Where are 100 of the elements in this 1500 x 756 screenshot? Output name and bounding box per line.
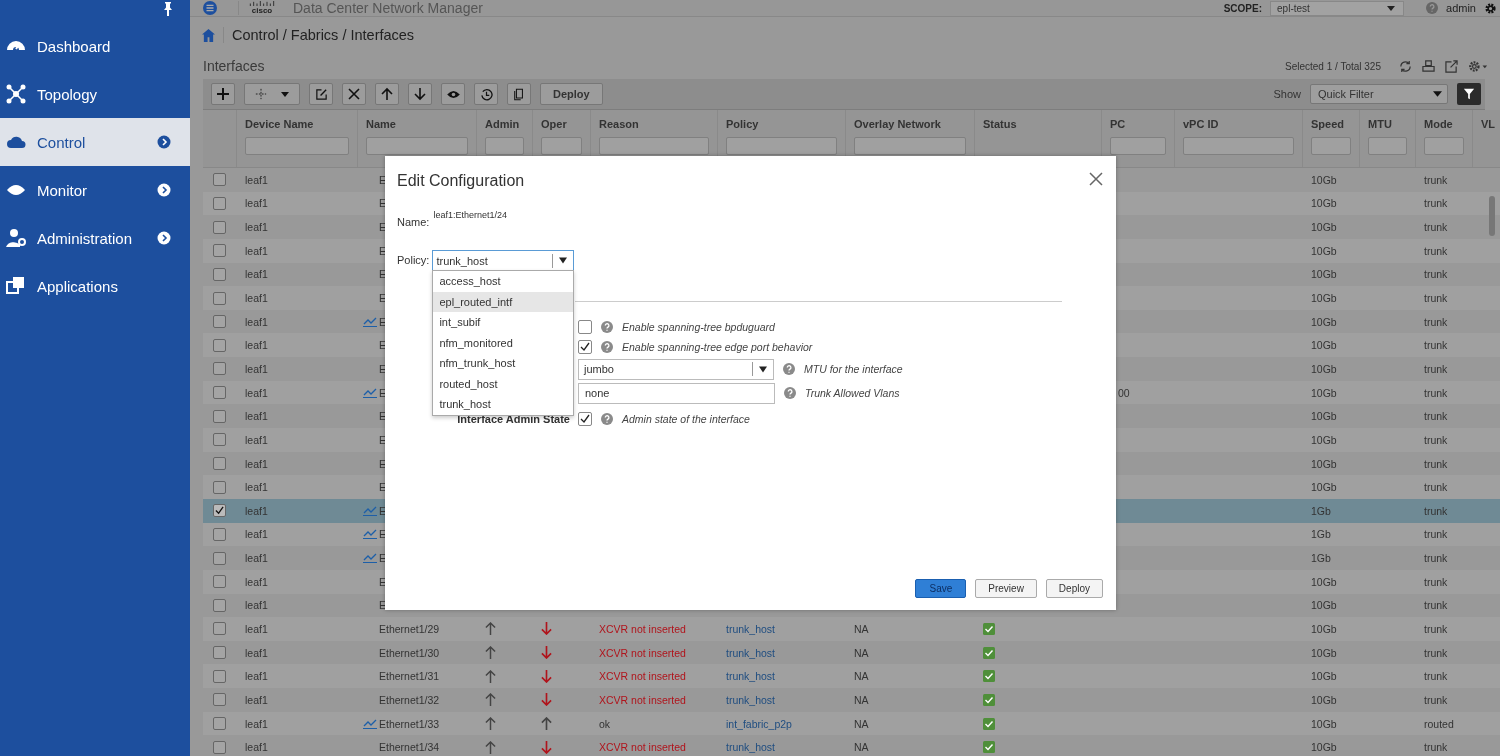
table-row[interactable]: leaf1 Ethernet1/33 ok int_fabric_p2p NA 10Gb routed [203,711,1500,736]
delete-button[interactable] [342,83,366,105]
move-up-button[interactable] [375,83,399,105]
row-checkbox[interactable] [213,315,226,329]
nav-item[interactable]: Control [0,118,190,166]
column-header[interactable]: Overlay Network [854,118,966,130]
checkbox[interactable] [578,340,592,354]
column-filter-field[interactable] [1368,137,1407,155]
policy-option[interactable]: access_host [433,271,574,292]
help-icon[interactable] [601,341,613,353]
quick-filter-dropdown[interactable]: Quick Filter [1310,84,1448,104]
menu-icon[interactable] [202,1,218,15]
row-checkbox[interactable] [213,527,226,541]
nav-item[interactable]: Administration [0,214,190,262]
column-filter-field[interactable] [1110,137,1166,155]
nav-item[interactable]: Applications [0,262,190,310]
help-icon[interactable] [1426,2,1439,14]
settings-icon[interactable] [1468,59,1488,73]
scrollbar-thumb[interactable] [1489,196,1495,236]
chart-icon[interactable] [363,316,377,327]
row-checkbox[interactable] [213,196,226,210]
column-filter-field[interactable] [1311,137,1351,155]
policy-link[interactable]: int_fabric_p2p [726,717,792,730]
policy-link[interactable]: trunk_host [726,670,776,683]
scope-dropdown[interactable]: epl-test [1270,0,1405,16]
add-button[interactable] [211,83,235,105]
home-icon[interactable] [202,28,215,42]
policy-link[interactable]: trunk_host [726,693,776,706]
help-icon[interactable] [601,321,613,333]
row-checkbox[interactable] [213,433,226,447]
row-checkbox[interactable] [213,480,226,494]
nav-item[interactable]: Monitor [0,166,190,214]
column-header[interactable]: PC [1110,118,1166,130]
row-checkbox[interactable] [213,457,226,470]
chart-icon[interactable] [363,553,377,564]
table-row[interactable]: leaf1 Ethernet1/31 XCVR not inserted trunk_host NA 10Gb trunk [203,664,1500,689]
move-dropdown-button[interactable] [244,83,300,105]
column-filter-field[interactable] [485,137,524,155]
user-name[interactable]: admin [1446,2,1476,14]
policy-option[interactable]: epl_routed_intf [433,291,574,312]
nav-item[interactable]: Topology [0,70,190,118]
row-checkbox[interactable] [213,598,226,612]
print-icon[interactable] [1422,59,1435,73]
column-header[interactable]: Admin [485,118,524,130]
chart-icon[interactable] [363,529,377,540]
refresh-icon[interactable] [1399,59,1412,73]
row-checkbox[interactable] [213,646,226,660]
column-header[interactable]: Policy [726,118,837,130]
policy-link[interactable]: trunk_host [726,623,776,635]
row-checkbox[interactable] [213,220,226,234]
row-checkbox[interactable] [213,409,226,423]
row-checkbox[interactable] [213,267,226,281]
dialog-button[interactable]: Save [915,579,967,598]
policy-link[interactable]: trunk_host [726,741,776,754]
nav-item[interactable]: Dashboard [0,22,190,70]
column-header[interactable]: Name [366,118,468,130]
help-icon[interactable] [783,363,795,375]
column-header[interactable]: MTU [1368,118,1407,130]
pin-icon[interactable] [162,2,174,16]
row-checkbox[interactable] [213,693,226,707]
column-header[interactable]: Speed [1311,118,1351,130]
checkbox[interactable] [578,320,592,334]
policy-option[interactable]: nfm_monitored [433,332,574,353]
policy-link[interactable]: trunk_host [726,646,776,659]
column-filter-field[interactable] [854,137,966,155]
vlans-input-field[interactable]: none [578,382,775,404]
column-filter-field[interactable] [366,137,468,155]
preview-button[interactable] [441,83,465,105]
help-icon[interactable] [784,387,796,399]
row-checkbox[interactable] [213,173,226,187]
column-header[interactable]: Reason [599,118,709,130]
checkbox[interactable] [578,412,592,426]
column-filter-field[interactable] [541,137,582,155]
dialog-button[interactable]: Deploy [1045,579,1103,598]
chart-icon[interactable] [363,505,377,516]
filter-button[interactable] [1457,83,1481,105]
column-filter-field[interactable] [726,137,837,155]
row-checkbox[interactable] [213,244,226,258]
row-checkbox[interactable] [213,504,226,518]
policy-option[interactable]: routed_host [433,373,574,394]
move-down-button[interactable] [408,83,432,105]
help-icon[interactable] [601,413,613,425]
row-checkbox[interactable] [213,338,226,352]
policy-option[interactable]: trunk_host [433,394,574,415]
column-filter-field[interactable] [1424,137,1464,155]
copy-button[interactable] [507,83,531,105]
table-row[interactable]: leaf1 Ethernet1/29 XCVR not inserted trunk_host NA 10Gb trunk [203,617,1500,641]
dialog-button[interactable]: Preview [975,579,1037,598]
row-checkbox[interactable] [213,386,226,400]
column-header[interactable]: Status [983,118,1093,130]
chart-icon[interactable] [363,718,377,729]
mtu-dropdown[interactable]: jumbo [578,358,774,380]
column-filter-field[interactable] [245,137,349,155]
edit-button[interactable] [309,83,333,105]
row-checkbox[interactable] [213,551,226,565]
column-header[interactable]: Oper [541,118,582,130]
row-checkbox[interactable] [213,622,226,636]
policy-option[interactable]: int_subif [433,312,574,333]
settings-icon[interactable] [1484,1,1497,15]
row-checkbox[interactable] [213,740,226,754]
